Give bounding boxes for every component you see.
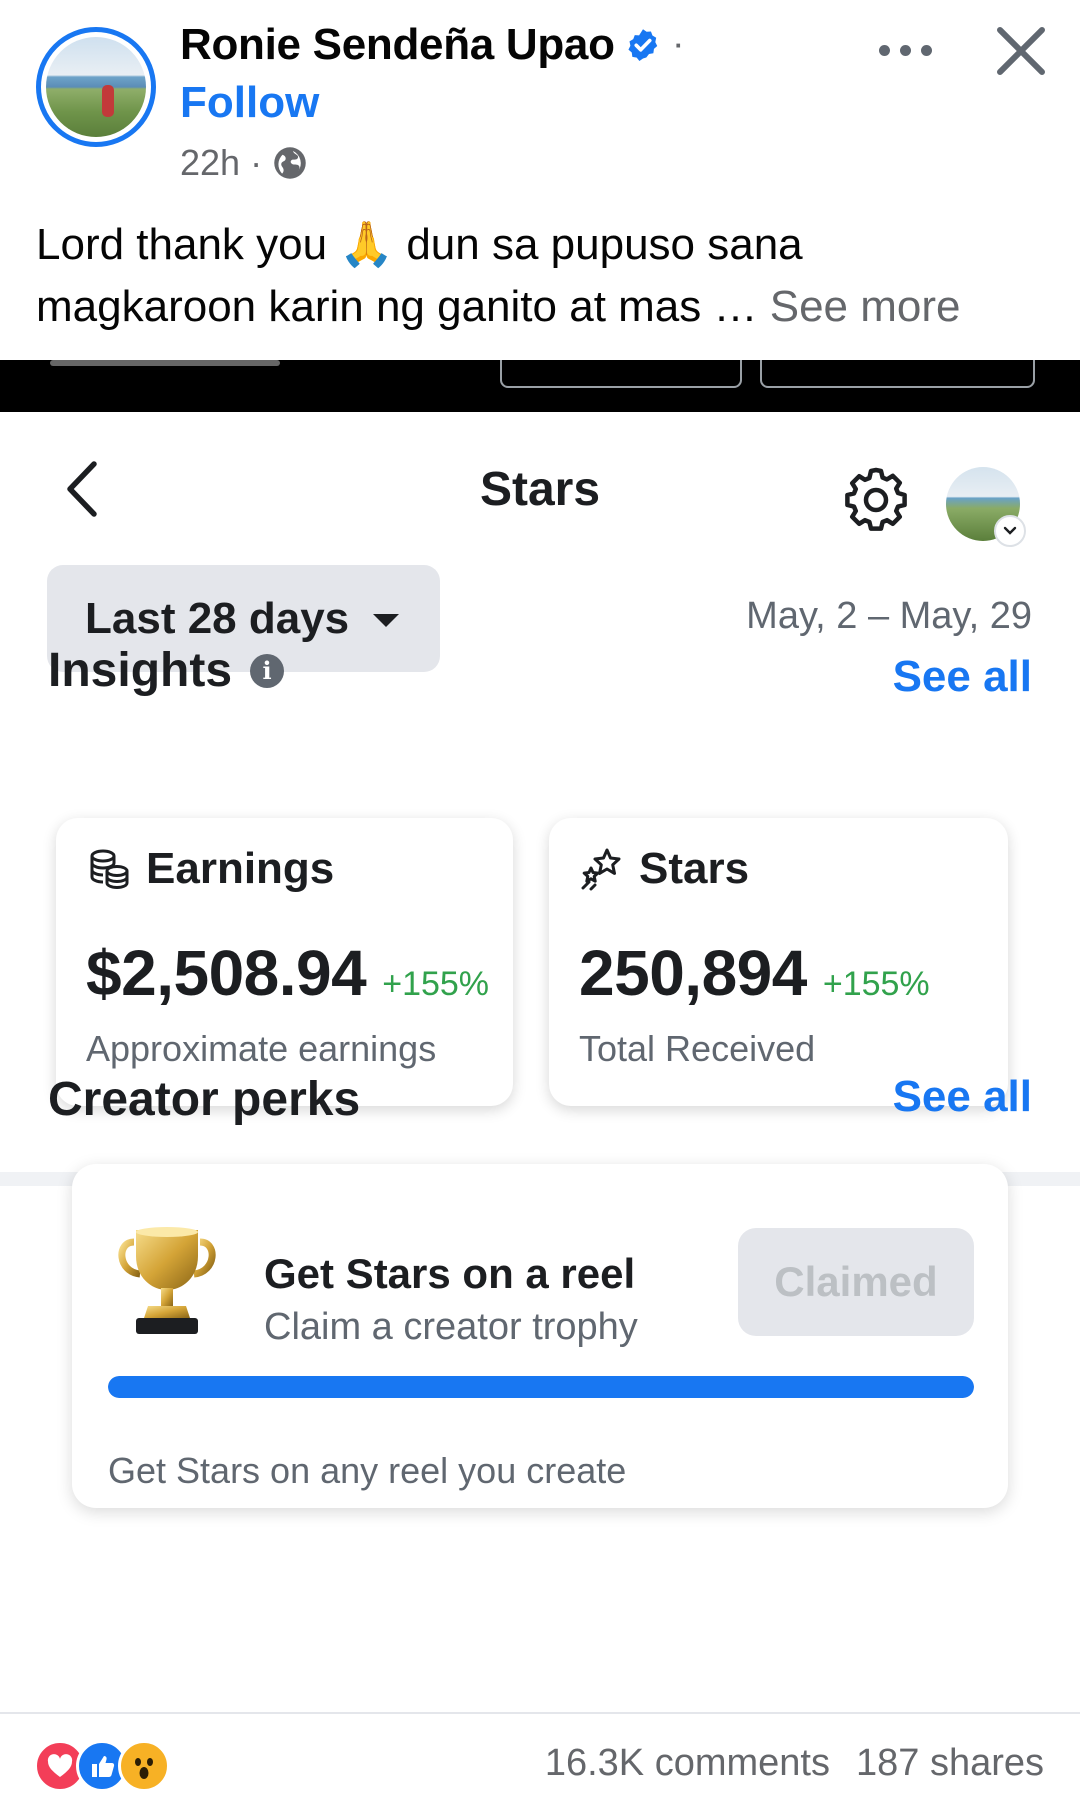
card-header: Earnings (86, 844, 334, 894)
more-options-button[interactable] (855, 28, 955, 72)
author-name-row: Ronie Sendeña Upao · (180, 20, 683, 70)
stars-card[interactable]: Stars 250,894 +155% Total Received (549, 818, 1008, 1106)
card-title: Earnings (146, 844, 335, 893)
post-caption: Lord thank you 🙏 dun sa pupuso sana magk… (36, 214, 1046, 338)
insights-heading: Insights i (48, 643, 285, 698)
cropped-button (500, 360, 742, 388)
avatar-figure (102, 85, 114, 117)
coins-icon (90, 849, 129, 890)
meta-separator: · (250, 142, 263, 183)
comments-count[interactable]: 16.3K comments (545, 1742, 830, 1785)
insights-title: Insights (48, 644, 233, 697)
card-title: Stars (639, 844, 750, 893)
more-dot-icon (899, 44, 911, 56)
post-time[interactable]: 22h (180, 142, 240, 184)
caption-line-2: magkaroon karin ng ganito at mas … See m… (36, 276, 1046, 338)
verified-badge-icon (628, 29, 657, 62)
perk-progress-bar (108, 1376, 974, 1398)
more-dot-icon (878, 44, 890, 56)
claimed-button[interactable]: Claimed (738, 1228, 974, 1336)
close-icon[interactable] (990, 20, 1052, 82)
globe-icon (274, 147, 306, 179)
post-header: Ronie Sendeña Upao · Follow 22h · Lord t… (0, 0, 1080, 360)
stars-value: 250,894 (579, 937, 807, 1009)
gear-icon[interactable] (840, 464, 912, 536)
engagement-counts: 16.3K comments 187 shares (545, 1742, 1044, 1785)
perk-note: Get Stars on any reel you create (108, 1450, 627, 1491)
reaction-summary[interactable] (34, 1740, 170, 1792)
perk-subtitle: Claim a creator trophy (264, 1306, 638, 1348)
info-icon[interactable]: i (250, 653, 285, 688)
follow-button[interactable]: Follow (180, 78, 319, 128)
perk-card[interactable]: Get Stars on a reel Claim a creator trop… (72, 1164, 1008, 1508)
insights-see-all-link[interactable]: See all (893, 652, 1032, 702)
card-value-row: $2,508.94 +155% (86, 936, 489, 1010)
perks-heading: Creator perks (48, 1072, 360, 1127)
caption-line: Lord thank you 🙏 dun sa pupuso sana (36, 220, 803, 269)
cropped-text (50, 360, 280, 366)
earnings-card[interactable]: Earnings $2,508.94 +155% Approximate ear… (56, 818, 513, 1106)
perk-title: Get Stars on a reel (264, 1250, 636, 1297)
perks-title: Creator perks (48, 1073, 361, 1126)
avatar-photo (46, 37, 146, 137)
shares-count[interactable]: 187 shares (856, 1742, 1044, 1785)
card-value-row: 250,894 +155% (579, 936, 930, 1010)
range-label: Last 28 days (85, 593, 350, 643)
more-dot-icon (920, 44, 932, 56)
page-title: Stars (479, 463, 601, 516)
wow-reaction-icon (118, 1740, 170, 1792)
author-avatar[interactable] (36, 27, 156, 147)
earnings-change: +155% (382, 965, 490, 1003)
see-more-link[interactable]: See more (770, 282, 961, 331)
trophy-icon (118, 1227, 216, 1334)
stars-subtitle: Total Received (579, 1028, 816, 1069)
profile-avatar[interactable] (946, 467, 1026, 547)
author-name[interactable]: Ronie Sendeña Upao (180, 20, 615, 70)
earnings-subtitle: Approximate earnings (86, 1028, 437, 1069)
date-range-text: May, 2 – May, 29 (746, 595, 1032, 637)
stars-nav-bar: Stars (0, 412, 1080, 552)
perks-see-all-link[interactable]: See all (893, 1072, 1032, 1122)
post-footer: 16.3K comments 187 shares (0, 1712, 1080, 1808)
cropped-button (760, 360, 1035, 388)
card-header: Stars (579, 844, 749, 894)
caption-text: magkaroon karin ng ganito at mas … (36, 282, 758, 331)
chevron-down-icon (994, 515, 1026, 547)
post-meta: 22h · (180, 142, 308, 184)
caret-down-icon (373, 614, 400, 627)
perk-progress-fill (108, 1376, 974, 1398)
earnings-value: $2,508.94 (86, 937, 367, 1009)
name-separator: · (674, 29, 684, 60)
stars-change: +155% (822, 965, 930, 1003)
stars-screenshot: Stars Last 28 days May, 2 – May, 29 Insi… (0, 360, 1080, 1712)
top-black-bar (0, 360, 1080, 412)
stars-icon (581, 848, 621, 891)
